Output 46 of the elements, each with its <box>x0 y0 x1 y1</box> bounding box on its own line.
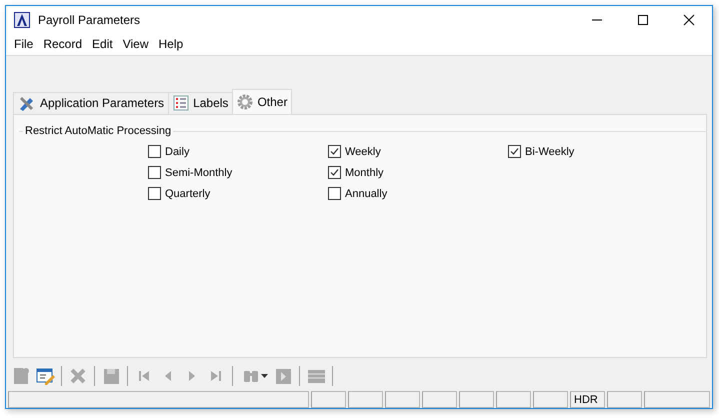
checkbox-option[interactable]: Quarterly <box>148 186 328 201</box>
status-panel <box>311 391 346 408</box>
checkbox-option[interactable]: Bi-Weekly <box>508 144 688 159</box>
menu-item[interactable]: Edit <box>87 37 118 52</box>
checkmark-icon <box>330 147 339 156</box>
status-panel <box>644 391 710 408</box>
menu-item[interactable]: View <box>118 37 154 52</box>
checkbox[interactable] <box>328 166 341 180</box>
checkmark-icon <box>330 168 339 178</box>
checkbox[interactable] <box>508 145 521 158</box>
checkbox[interactable] <box>328 187 341 200</box>
menu-item[interactable]: Record <box>38 37 88 52</box>
status-panel <box>533 391 568 408</box>
tab[interactable]: Application Parameters <box>13 92 170 114</box>
checkbox[interactable] <box>328 145 341 158</box>
checkbox-option[interactable]: Semi-Monthly <box>148 166 328 180</box>
checkbox-option[interactable]: Daily <box>148 144 328 159</box>
close-icon <box>683 14 695 26</box>
checkbox-option[interactable]: Monthly <box>328 166 508 180</box>
close-icon <box>68 366 88 386</box>
status-panel <box>459 391 494 408</box>
window-title: Payroll Parameters <box>38 13 142 27</box>
app-logo-icon <box>14 12 30 28</box>
checkbox[interactable] <box>148 187 161 200</box>
status-panel <box>385 391 420 408</box>
tab[interactable]: Other <box>232 88 292 114</box>
checkbox-option[interactable]: Weekly <box>328 144 508 159</box>
status-panel <box>348 391 383 408</box>
list-icon <box>173 95 190 112</box>
new-document-icon <box>11 366 31 386</box>
gear-icon <box>237 94 254 110</box>
tools-icon <box>18 95 36 112</box>
checkbox-option[interactable]: Annually <box>328 186 508 201</box>
checkbox[interactable] <box>148 166 161 180</box>
status-panel <box>607 391 642 408</box>
group-title: Restrict AutoMatic Processing <box>23 124 174 137</box>
status-panel <box>496 391 531 408</box>
edit-form-icon <box>35 366 55 386</box>
maximize-icon <box>637 14 649 26</box>
status-panel <box>422 391 457 408</box>
menu-item[interactable]: Help <box>154 37 188 52</box>
status-panel: HDR <box>570 391 605 408</box>
menu-item[interactable]: File <box>9 37 38 52</box>
caret-icon <box>260 374 268 378</box>
checkmark-icon <box>510 147 519 156</box>
checkbox[interactable] <box>148 145 161 158</box>
